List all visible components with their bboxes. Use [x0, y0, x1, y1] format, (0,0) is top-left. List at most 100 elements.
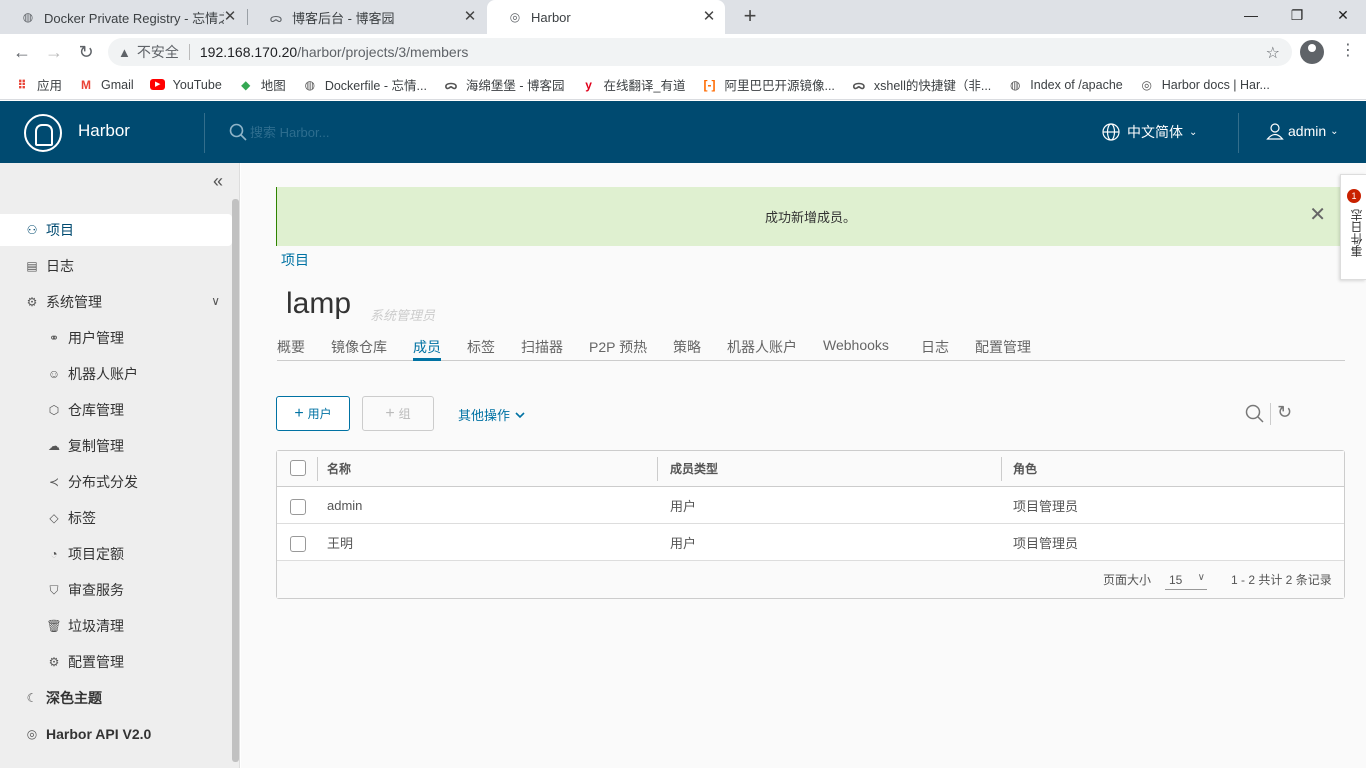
tag-icon: ◇: [49, 511, 59, 525]
tab-configuration[interactable]: 配置管理: [975, 337, 1031, 361]
address-bar[interactable]: ▲ 不安全 192.168.170.20 /harbor/projects/3/…: [108, 38, 1292, 66]
tab-summary[interactable]: 概要: [277, 337, 305, 361]
bookmark-label: YouTube: [172, 77, 222, 92]
tab-webhooks[interactable]: Webhooks: [823, 337, 889, 361]
bookmark-star-icon[interactable]: ☆: [1266, 43, 1280, 63]
maps-icon: ◆: [241, 77, 251, 92]
tab-repositories[interactable]: 镜像仓库: [331, 337, 387, 361]
bookmark-maps[interactable]: ◆ 地图: [238, 75, 286, 94]
row-checkbox[interactable]: [290, 536, 306, 552]
minimize-button[interactable]: —: [1228, 0, 1274, 30]
browser-tab-harbor[interactable]: ◎ Harbor ✕: [487, 0, 725, 34]
member-name: admin: [327, 497, 363, 513]
select-all-checkbox[interactable]: [290, 460, 306, 476]
sidebar-item-dark-theme[interactable]: ☾ 深色主题: [0, 682, 232, 714]
browser-tab-docker-registry[interactable]: ◍ Docker Private Registry - 忘情之 ✕: [0, 0, 246, 34]
column-header-type[interactable]: 成员类型: [670, 451, 718, 486]
bookmark-dockerfile[interactable]: ◍ Dockerfile - 忘情...: [302, 75, 427, 94]
row-checkbox[interactable]: [290, 499, 306, 515]
search-icon[interactable]: [1245, 404, 1265, 424]
add-group-button[interactable]: + 组: [362, 396, 434, 431]
sidebar-item-quotas[interactable]: ◔ 项目定额: [0, 538, 232, 570]
tab-scanner[interactable]: 扫描器: [521, 337, 563, 361]
api-icon: ◎: [26, 727, 38, 741]
bookmark-harbor-docs[interactable]: ◎ Harbor docs | Har...: [1139, 77, 1269, 93]
sidebar-item-distribution[interactable]: ≺ 分布式分发: [0, 466, 232, 498]
bookmark-youdao[interactable]: y 在线翻译_有道: [581, 75, 685, 94]
close-icon[interactable]: ✕: [1309, 205, 1326, 225]
language-dropdown[interactable]: 中文简体 ⌄: [1102, 122, 1197, 142]
column-header-name[interactable]: 名称: [327, 451, 351, 486]
refresh-icon[interactable]: ↻: [1277, 402, 1292, 423]
project-role: 系统管理员: [370, 308, 436, 323]
close-window-button[interactable]: ✕: [1320, 0, 1366, 30]
maximize-button[interactable]: ❐: [1274, 0, 1320, 30]
close-tab-icon[interactable]: ✕: [462, 9, 478, 25]
sidebar-item-interrogation[interactable]: ⛉ 审查服务: [0, 574, 232, 606]
tab-robot-accounts[interactable]: 机器人账户: [727, 337, 797, 361]
bookmark-xshell[interactable]: ᯅ xshell的快捷键（非...: [851, 75, 991, 94]
tab-policy[interactable]: 策略: [673, 337, 701, 361]
add-user-button[interactable]: + 用户: [276, 396, 350, 431]
reload-button[interactable]: ↻: [74, 40, 98, 64]
column-header-role[interactable]: 角色: [1013, 451, 1037, 486]
tab-logs[interactable]: 日志: [921, 337, 949, 361]
warning-icon: ▲: [118, 44, 131, 60]
page-size-select[interactable]: 15 ∨: [1165, 570, 1207, 590]
users-icon: ⚭: [48, 331, 60, 345]
bookmark-youtube[interactable]: ▶ YouTube: [150, 77, 222, 93]
sidebar-item-robots[interactable]: ☺ 机器人账户: [0, 358, 232, 390]
more-actions-dropdown[interactable]: 其他操作: [458, 405, 526, 424]
sidebar-item-logs[interactable]: ▤ 日志: [0, 250, 232, 282]
back-button[interactable]: ←: [10, 40, 34, 64]
sidebar-item-labels[interactable]: ◇ 标签: [0, 502, 232, 534]
app-header: Harbor 中文简体 ⌄ admin ⌄: [0, 101, 1366, 163]
global-search-input[interactable]: [250, 121, 550, 143]
profile-avatar[interactable]: [1300, 40, 1324, 64]
collapse-sidebar-icon[interactable]: «: [213, 171, 223, 192]
browser-tab-cnblogs[interactable]: ᯅ 博客后台 - 博客园 ✕: [248, 0, 486, 34]
new-tab-button[interactable]: +: [738, 5, 762, 29]
event-log-tab[interactable]: 1 事件日志: [1340, 174, 1366, 280]
sidebar-item-replication[interactable]: ☁ 复制管理: [0, 430, 232, 462]
sidebar-item-gc[interactable]: 🗑 垃圾清理: [0, 610, 232, 642]
bookmark-apache[interactable]: ◍ Index of /apache: [1007, 77, 1123, 93]
sidebar-item-users[interactable]: ⚭ 用户管理: [0, 322, 232, 354]
sidebar-item-registries[interactable]: ⬡ 仓库管理: [0, 394, 232, 426]
table-row[interactable]: admin 用户 项目管理员: [277, 487, 1344, 524]
browser-menu-icon[interactable]: ⋮: [1340, 40, 1356, 64]
globe-icon: [1102, 123, 1120, 141]
table-row[interactable]: 王明 用户 项目管理员: [277, 524, 1344, 561]
sidebar-item-administration[interactable]: ⚙ 系统管理 ∨: [0, 286, 232, 318]
harbor-logo-icon[interactable]: [24, 114, 62, 152]
user-icon: [1266, 122, 1284, 140]
shield-icon: ⛉: [49, 582, 59, 597]
members-table: 名称 成员类型 角色 admin 用户 项目管理员 王明 用户 项目管理员 页面…: [276, 450, 1345, 599]
forward-button[interactable]: →: [42, 40, 66, 64]
tab-members[interactable]: 成员: [413, 337, 441, 361]
bookmark-apps[interactable]: ⠿ 应用: [14, 75, 62, 94]
sidebar-item-projects[interactable]: ⚇ 项目: [0, 214, 232, 246]
brand-name[interactable]: Harbor: [78, 121, 130, 141]
bookmark-gmail[interactable]: M Gmail: [78, 77, 134, 93]
apps-grid-icon: ⠿: [17, 77, 27, 92]
user-menu[interactable]: admin ⌄: [1266, 122, 1339, 140]
tab-labels[interactable]: 标签: [467, 337, 495, 361]
sidebar-scrollbar[interactable]: [232, 199, 239, 762]
bookmark-aliyun[interactable]: [-] 阿里巴巴开源镜像...: [701, 75, 834, 94]
tab-p2p-preheat[interactable]: P2P 预热: [589, 337, 647, 361]
sidebar-item-configuration[interactable]: ⚙ 配置管理: [0, 646, 232, 678]
breadcrumb[interactable]: 项目: [281, 250, 309, 270]
bookmark-cnblogs[interactable]: ᯅ 海绵堡堡 - 博客园: [443, 75, 564, 94]
member-type: 用户: [670, 535, 697, 551]
language-label: 中文简体: [1127, 124, 1183, 140]
bookmark-label: Index of /apache: [1030, 77, 1123, 92]
chevron-down-icon: ∨: [211, 294, 220, 308]
close-tab-icon[interactable]: ✕: [701, 9, 717, 25]
tab-title: Harbor: [531, 9, 571, 25]
close-tab-icon[interactable]: ✕: [222, 9, 238, 25]
bookmark-label: Dockerfile - 忘情...: [324, 79, 427, 93]
sidebar-item-api[interactable]: ◎ Harbor API V2.0: [0, 718, 232, 750]
chevron-down-icon: ⌄: [1189, 126, 1198, 138]
sidebar-item-label: 用户管理: [68, 330, 124, 346]
